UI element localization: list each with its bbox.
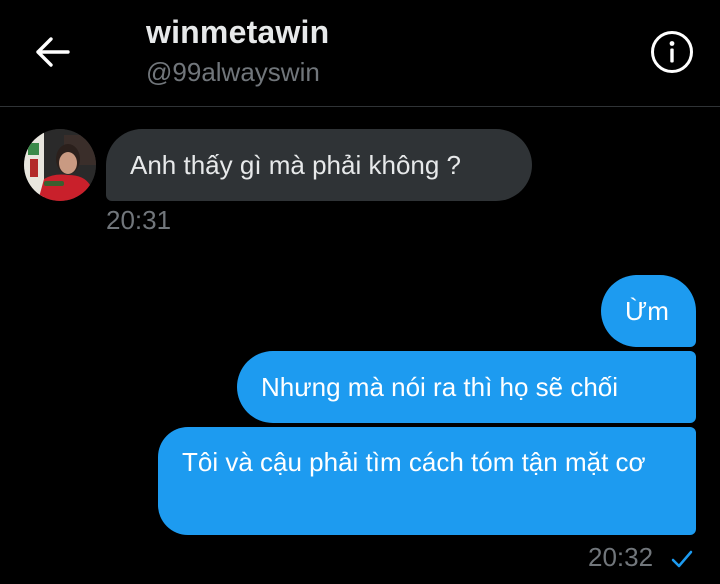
outgoing-message-bubble[interactable]: Tôi và cậu phải tìm cách tóm tận mặt cơ bbox=[158, 427, 696, 535]
back-button[interactable] bbox=[30, 32, 74, 76]
outgoing-message-bubble[interactable]: Ừm bbox=[601, 275, 696, 347]
incoming-timestamp: 20:31 bbox=[106, 205, 172, 235]
info-button[interactable] bbox=[648, 30, 696, 78]
message-text: Anh thấy gì mà phải không ? bbox=[130, 150, 462, 180]
contact-avatar[interactable] bbox=[24, 129, 96, 201]
message-text: Ừm bbox=[625, 296, 669, 326]
outgoing-message-bubble[interactable]: Nhưng mà nói ra thì họ sẽ chối bbox=[237, 351, 696, 423]
contact-handle: @99alwayswin bbox=[146, 57, 320, 87]
incoming-message-bubble[interactable]: Anh thấy gì mà phải không ? bbox=[106, 129, 532, 201]
message-text: Tôi và cậu phải tìm cách tóm tận mặt cơ bbox=[182, 447, 646, 477]
info-icon bbox=[650, 30, 694, 79]
dm-conversation-screen: winmetawin @99alwayswin Anh thấy gì mà p… bbox=[0, 0, 720, 584]
contact-name[interactable]: winmetawin bbox=[146, 14, 329, 51]
outgoing-timestamp: 20:32 bbox=[588, 542, 654, 572]
message-text: Nhưng mà nói ra thì họ sẽ chối bbox=[261, 372, 619, 402]
checkmark-icon bbox=[670, 547, 694, 576]
arrow-left-icon bbox=[34, 36, 70, 73]
conversation-header: winmetawin @99alwayswin bbox=[0, 0, 720, 107]
